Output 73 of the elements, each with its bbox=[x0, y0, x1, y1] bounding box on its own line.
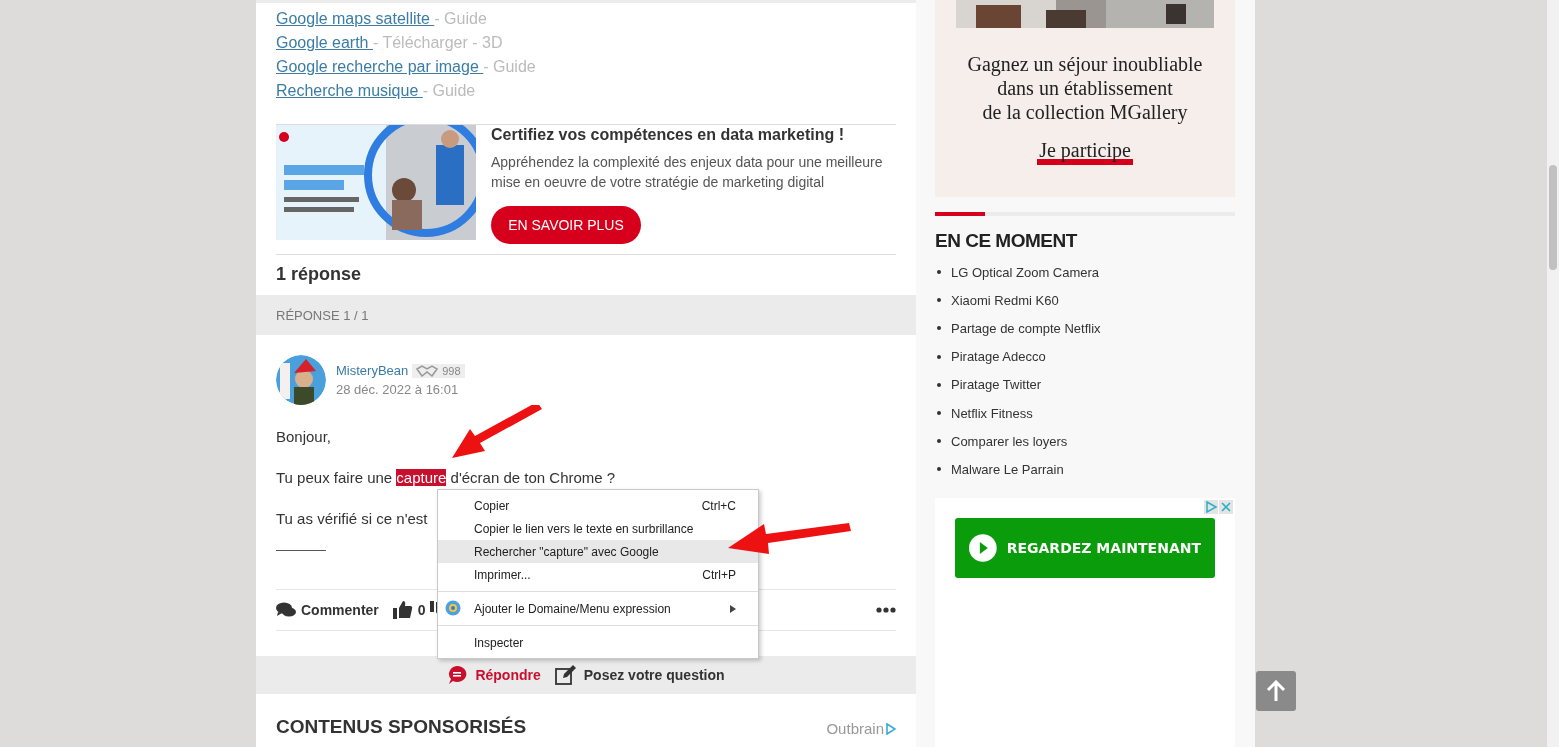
up-arrow-icon bbox=[1266, 680, 1286, 702]
trending-link[interactable]: Comparer les loyers bbox=[951, 433, 1068, 449]
menu-label: Ajouter le Domaine/Menu expression bbox=[474, 601, 671, 616]
like-count: 0 bbox=[417, 602, 426, 618]
handshake-icon bbox=[416, 364, 439, 377]
post-paragraph: Tu peux faire une capture d'écran de ton Chrome ? bbox=[276, 469, 616, 487]
link[interactable]: Google earth bbox=[276, 34, 373, 51]
trending-link[interactable]: LG Optical Zoom Camera bbox=[951, 264, 1100, 280]
ask-question-button[interactable]: Posez votre question bbox=[554, 665, 725, 685]
link-note: - Guide bbox=[434, 10, 487, 27]
post-paragraph: Bonjour, bbox=[276, 428, 332, 446]
section-heading: EN CE MOMENT bbox=[935, 230, 1079, 252]
trending-link[interactable]: Xiaomi Redmi K60 bbox=[951, 292, 1059, 308]
ad-headline: Gagnez un séjour inoubliable dans un établissement de la collection MGallery bbox=[967, 52, 1203, 124]
speech-bubbles-icon bbox=[276, 602, 296, 618]
menu-label: Copier bbox=[474, 498, 510, 513]
link-note: - Télécharger - 3D bbox=[372, 34, 503, 51]
bullet-icon bbox=[937, 270, 941, 275]
menu-item[interactable]: Inspecter bbox=[438, 631, 546, 654]
bullet-icon bbox=[937, 326, 941, 331]
edit-icon bbox=[554, 665, 576, 685]
menu-label: Copier le lien vers le texte en surbrillance bbox=[474, 521, 694, 536]
learn-more-button[interactable]: EN SAVOIR PLUS bbox=[491, 206, 641, 244]
close-icon[interactable] bbox=[1219, 499, 1233, 514]
menu-label: Rechercher "capture" avec Google bbox=[474, 544, 659, 559]
promo-text: Appréhendez la complexité des enjeux data pour une meilleure mise en oeuvre de votre stratégie de marketing digital bbox=[491, 153, 884, 192]
trending-link[interactable]: Piratage Twitter bbox=[951, 377, 1042, 393]
watch-now-button[interactable]: REGARDEZ MAINTENANT bbox=[955, 517, 1215, 578]
menu-item[interactable]: Imprimer... Ctrl+P bbox=[438, 563, 758, 586]
reputation-count: 998 bbox=[442, 364, 461, 377]
thumbs-up-icon[interactable] bbox=[392, 601, 413, 619]
bullet-icon bbox=[937, 298, 941, 303]
post-paragraph: Tu as vérifié si ce n'est bbox=[276, 510, 428, 528]
play-icon bbox=[969, 533, 997, 562]
play-triangle-icon[interactable] bbox=[1204, 499, 1218, 514]
bullet-icon bbox=[937, 467, 941, 472]
scroll-to-top-button[interactable] bbox=[1256, 671, 1296, 711]
shortcut-text: Ctrl+P bbox=[702, 567, 736, 582]
link-note: - Guide bbox=[483, 58, 536, 75]
link[interactable]: Google recherche par image bbox=[276, 58, 484, 75]
link[interactable]: Recherche musique bbox=[276, 82, 423, 99]
menu-item[interactable]: Rechercher "capture" avec Google bbox=[438, 540, 758, 563]
play-triangle-icon bbox=[886, 722, 896, 735]
chat-bubble-icon bbox=[447, 665, 468, 685]
author-link[interactable]: MisteryBean bbox=[336, 363, 409, 378]
response-bar: RÉPONSE 1 / 1 bbox=[256, 295, 916, 335]
menu-label: Imprimer... bbox=[474, 567, 531, 582]
promo-title: Certifiez vos compétences en data marketing ! bbox=[491, 126, 844, 144]
reply-button[interactable]: Répondre bbox=[447, 665, 541, 685]
section-heading: CONTENUS SPONSORISÉS bbox=[276, 716, 527, 737]
post-date: 28 déc. 2022 à 16:01 bbox=[336, 382, 460, 397]
trending-link[interactable]: Partage de compte Netflix bbox=[951, 320, 1101, 336]
menu-item[interactable]: Copier Ctrl+C bbox=[438, 494, 758, 517]
link[interactable]: Google maps satellite bbox=[276, 10, 435, 27]
trending-link[interactable]: Piratage Adecco bbox=[951, 349, 1046, 365]
bullet-icon bbox=[937, 411, 941, 416]
bullet-icon bbox=[937, 382, 941, 387]
menu-label: Inspecter bbox=[474, 635, 524, 650]
bullet-icon bbox=[937, 354, 941, 359]
shortcut-text: Ctrl+C bbox=[701, 498, 736, 513]
section-heading: 1 réponse bbox=[275, 263, 363, 286]
menu-item[interactable]: Copier le lien vers le texte en surbrillance bbox=[438, 517, 716, 540]
brand-logo-text: Outbrain bbox=[826, 720, 884, 737]
trending-link[interactable]: Malware Le Parrain bbox=[951, 461, 1064, 477]
participate-link[interactable]: Je participe bbox=[1037, 141, 1133, 165]
comment-button[interactable]: Commenter bbox=[276, 602, 379, 618]
menu-item[interactable]: Ajouter le Domaine/Menu expression bbox=[438, 597, 758, 620]
scrollbar-thumb[interactable] bbox=[1549, 165, 1557, 270]
trending-link[interactable]: Netflix Fitness bbox=[951, 405, 1033, 421]
more-icon[interactable] bbox=[876, 607, 896, 613]
bullet-icon bbox=[937, 439, 941, 444]
link-note: - Guide bbox=[422, 82, 476, 99]
globe-icon bbox=[445, 600, 461, 616]
